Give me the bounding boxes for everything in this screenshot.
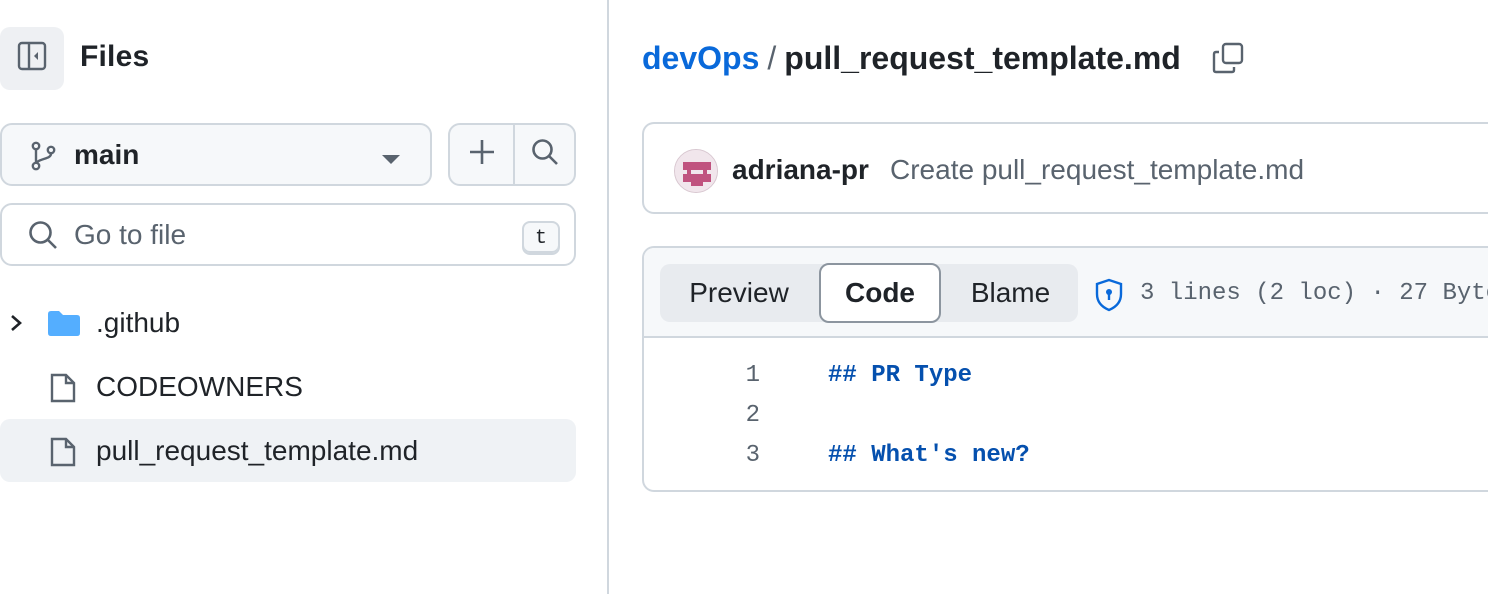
file-icon xyxy=(48,372,78,409)
code-text: ## PR Type xyxy=(828,362,973,389)
code-view: 1 ## PR Type 2 3 ## What's new? xyxy=(644,356,1488,476)
latest-commit-box: adriana-pr Create pull_request_template.… xyxy=(642,122,1488,214)
chevron-right-icon[interactable] xyxy=(8,313,24,338)
code-line: 3 ## What's new? xyxy=(644,436,1488,476)
commit-message-link[interactable]: Create pull_request_template.md xyxy=(890,154,1304,186)
line-number[interactable]: 3 xyxy=(704,442,760,469)
search-icon xyxy=(28,220,58,255)
plus-icon xyxy=(469,139,495,170)
search-icon xyxy=(531,138,559,171)
file-header: Preview Code Blame 3 lines (2 loc) · 27 … xyxy=(644,248,1488,338)
tab-blame[interactable]: Blame xyxy=(943,264,1078,322)
add-file-button[interactable] xyxy=(450,125,513,184)
tree-item-label: CODEOWNERS xyxy=(96,371,303,402)
file-actions-group xyxy=(448,123,576,186)
commit-author-link[interactable]: adriana-pr xyxy=(732,154,869,186)
tree-item-github-folder[interactable]: .github xyxy=(0,291,576,354)
view-mode-segmented-control: Preview Code Blame xyxy=(660,263,1078,323)
app: Files main Go to file t .github CODEOWNE… xyxy=(0,0,1488,594)
breadcrumb: devOps / pull_request_template.md xyxy=(642,40,1181,77)
caret-down-icon xyxy=(382,152,400,170)
tree-item-label: .github xyxy=(96,307,181,338)
file-size-info: 3 lines (2 loc) · 27 Bytes xyxy=(1140,280,1488,307)
collapse-sidebar-button[interactable] xyxy=(0,27,64,90)
sidebar-title: Files xyxy=(80,40,150,73)
tree-item-pull-request-template[interactable]: pull_request_template.md xyxy=(0,419,576,482)
line-number[interactable]: 2 xyxy=(704,402,760,429)
tab-preview[interactable]: Preview xyxy=(660,264,818,322)
file-tree-sidebar: Files main Go to file t .github CODEOWNE… xyxy=(0,0,609,594)
git-branch-icon xyxy=(30,141,58,176)
branch-name: main xyxy=(74,139,140,170)
go-to-file-input[interactable] xyxy=(74,215,494,255)
breadcrumb-file-name: pull_request_template.md xyxy=(784,40,1181,76)
file-viewer: devOps / pull_request_template.md adrian… xyxy=(611,0,1488,594)
tree-item-codeowners[interactable]: CODEOWNERS xyxy=(0,355,576,418)
breadcrumb-repo-link[interactable]: devOps xyxy=(642,40,759,77)
line-number[interactable]: 1 xyxy=(704,362,760,389)
sidebar-collapse-icon xyxy=(16,40,48,77)
code-line: 1 ## PR Type xyxy=(644,356,1488,396)
branch-selector-button[interactable]: main xyxy=(0,123,432,186)
breadcrumb-separator: / xyxy=(767,40,777,76)
shield-lock-icon[interactable] xyxy=(1094,278,1124,317)
search-code-button[interactable] xyxy=(513,125,574,184)
code-line: 2 xyxy=(644,396,1488,436)
avatar[interactable] xyxy=(674,149,718,193)
tab-code[interactable]: Code xyxy=(819,263,941,323)
copy-path-icon[interactable] xyxy=(1211,41,1245,80)
file-content-box: Preview Code Blame 3 lines (2 loc) · 27 … xyxy=(642,246,1488,492)
folder-icon xyxy=(46,309,82,342)
go-to-file-field[interactable]: t xyxy=(0,203,576,266)
keyboard-shortcut-hint: t xyxy=(522,221,560,255)
file-icon xyxy=(48,436,78,473)
code-text: ## What's new? xyxy=(828,442,1030,469)
tree-item-label: pull_request_template.md xyxy=(96,435,419,466)
